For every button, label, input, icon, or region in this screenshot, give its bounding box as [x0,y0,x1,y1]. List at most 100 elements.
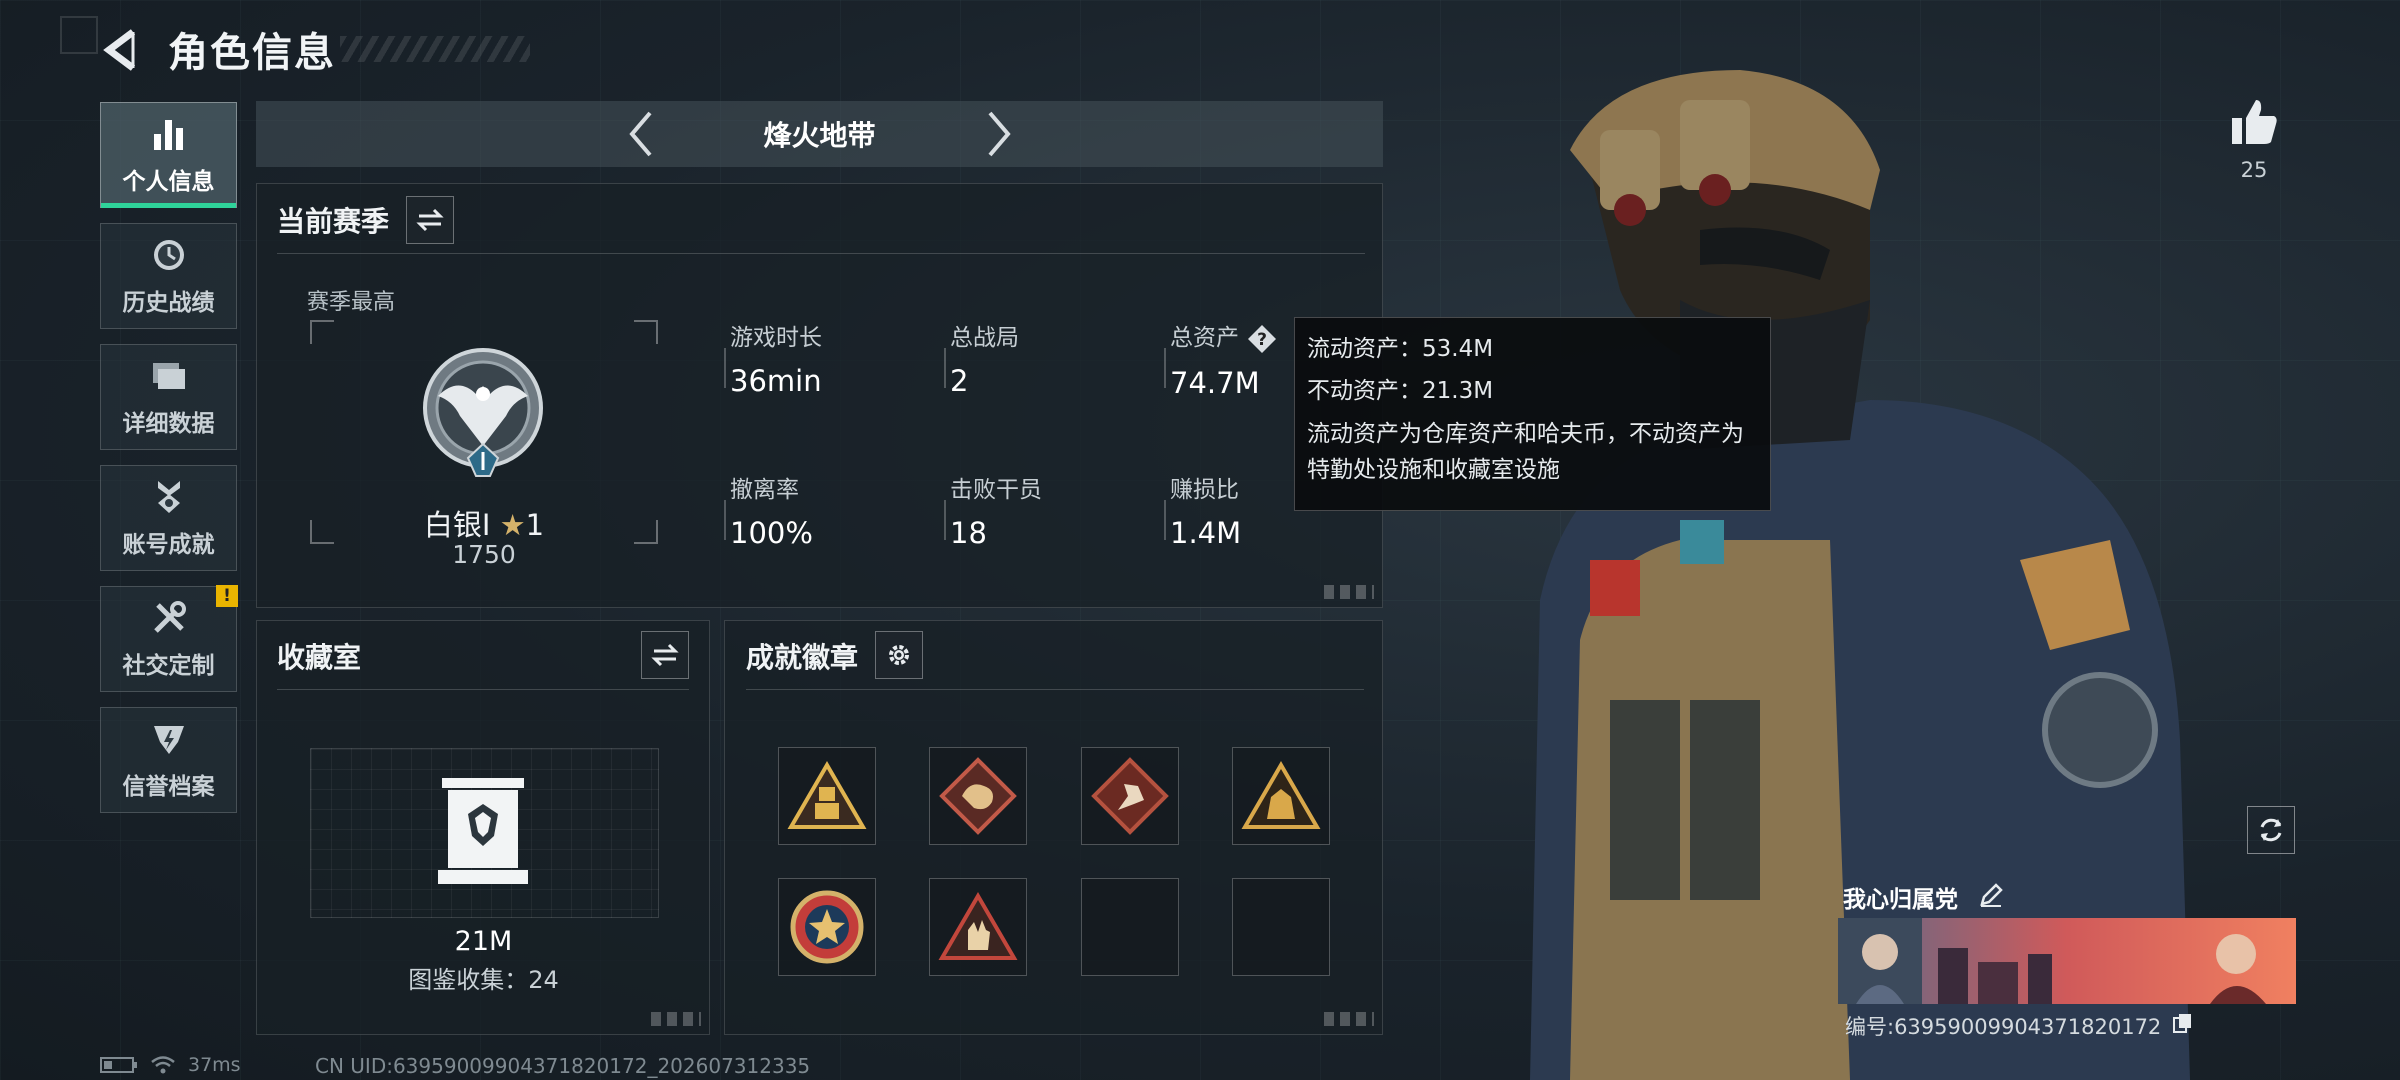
sidebar-item-achievements[interactable]: 账号成就 [100,465,237,571]
tools-icon [149,598,189,638]
divider [277,253,1365,254]
achievement-badge[interactable] [929,878,1027,976]
sidebar-item-reputation[interactable]: 信誉档案 [100,707,237,813]
achievement-badge[interactable] [778,878,876,976]
collection-switch-button[interactable] [641,631,689,679]
robot-triangle-icon [787,761,867,829]
mode-prev-button[interactable] [616,109,666,159]
display-case-icon [438,778,528,884]
tooltip-fixed-assets: 不动资产：21.3M [1307,378,1494,404]
copy-icon[interactable] [2172,1012,2194,1034]
stat-value: 18 [950,516,987,550]
medal-icon [149,477,189,517]
tooltip-description: 流动资产为仓库资产和哈夫币，不动资产为特勤处设施和收藏室设施 [1307,421,1744,483]
sidebar-item-personal-info[interactable]: 个人信息 [100,102,237,208]
achievements-title: 成就徽章 [746,641,859,674]
sidebar-item-history[interactable]: 历史战绩 [100,223,237,329]
achievement-badge-empty[interactable] [1081,878,1179,976]
hand-triangle-icon [938,892,1018,960]
warning-badge: ! [216,585,238,607]
rank-stars: 1 [525,508,545,542]
mode-selector: 烽火地带 [256,101,1383,167]
stat-label-text: 总资产 [1170,325,1239,351]
wifi-icon [151,1056,175,1074]
stat-label: 撤离率 [730,477,799,503]
chevron-right-icon [988,111,1011,157]
folder-icon [149,356,189,396]
sidebar-item-label: 账号成就 [122,532,215,558]
stat-divider [1164,500,1166,540]
player-name-card[interactable] [1838,918,2296,1004]
status-bar: 37ms [100,1054,241,1076]
stat-divider [1164,348,1166,388]
stat-kills: 击败干员 18 [944,470,1150,550]
frame-corner [310,320,334,344]
sidebar-item-label: 信誉档案 [122,774,215,800]
star-icon: ★ [499,508,526,542]
achievement-badge-empty[interactable] [1232,878,1330,976]
stat-value: 100% [730,516,813,550]
like-count: 25 [2240,158,2268,182]
stat-value: 36min [730,364,822,398]
silver-rank-emblem-icon [423,348,543,477]
rank-tier: 白银I [423,508,491,542]
season-title: 当前赛季 [277,205,390,238]
sidebar-item-social-custom[interactable]: ! 社交定制 [100,585,238,692]
star-circle-icon [790,890,864,964]
bar-chart-icon [149,114,189,154]
back-button[interactable] [96,22,146,78]
gear-icon [889,645,909,665]
refresh-icon [2260,818,2282,842]
back-arrow-icon [103,29,136,71]
stat-playtime: 游戏时长 36min [724,318,930,398]
sidebar: 个人信息 历史战绩 详细数据 账号成就 ! 社交定制 信誉档案 [100,102,238,828]
thumbs-up-icon [2232,100,2277,144]
page-title: 角色信息 [168,30,336,76]
tooltip-liquid-assets: 流动资产：53.4M [1307,336,1494,362]
swap-icon [651,643,679,667]
sidebar-item-label: 详细数据 [122,411,215,437]
svg-text:?: ? [1257,330,1267,350]
help-icon[interactable]: ? [1247,324,1277,354]
mode-next-button[interactable] [974,109,1024,159]
refresh-button[interactable] [2247,806,2295,854]
chevron-left-icon [629,111,652,157]
uid-text: CN UID:63959009904371820172_202607312335 [315,1054,811,1078]
collection-count: 图鉴收集：24 [408,966,559,994]
divider [277,689,689,690]
stat-divider [724,500,726,540]
shield-icon [149,719,189,759]
edit-icon[interactable] [1978,882,2004,908]
collection-title: 收藏室 [277,641,362,674]
season-switch-button[interactable] [406,196,454,244]
stat-divider [944,348,946,388]
sidebar-item-label: 个人信息 [122,169,215,195]
stat-extract-rate: 撤离率 100% [724,470,930,550]
sidebar-item-label: 社交定制 [122,653,215,679]
achievement-badge[interactable] [929,747,1027,845]
clock-icon [149,235,189,275]
season-best-label: 赛季最高 [307,290,396,315]
ping-value: 37ms [188,1054,241,1076]
title-decoration [340,36,530,62]
gorilla-triangle-icon [1241,761,1321,829]
sidebar-item-detail-data[interactable]: 详细数据 [100,344,237,450]
stat-value: 2 [950,364,969,398]
swap-icon [416,208,444,232]
corner-decoration [1324,1012,1374,1026]
stat-total-matches: 总战局 2 [944,318,1150,398]
stat-divider [944,500,946,540]
achievement-badge[interactable] [1081,747,1179,845]
mode-title: 烽火地带 [763,119,876,152]
achievements-settings-button[interactable] [875,631,923,679]
corner-decoration [60,16,98,54]
dragon-diamond-icon [939,757,1017,835]
stat-label: 总战局 [950,325,1019,351]
achievement-badge[interactable] [778,747,876,845]
runner-diamond-icon [1091,757,1169,835]
achievement-badge[interactable] [1232,747,1330,845]
frame-corner [634,320,658,344]
sidebar-item-label: 历史战绩 [122,290,215,316]
player-id: 编号:639590099043718201​72 [1845,1015,2162,1039]
like-button[interactable] [2228,96,2280,148]
